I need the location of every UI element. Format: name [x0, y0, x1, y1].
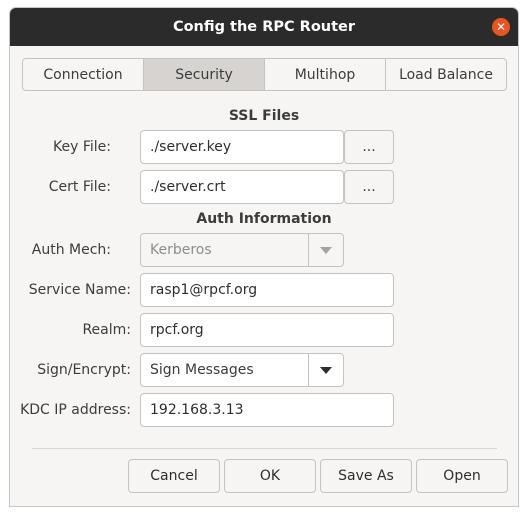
- chevron-down-icon: [320, 366, 332, 374]
- key-file-browse-button[interactable]: ...: [344, 130, 394, 164]
- auth-mech-label: Auth Mech:: [31, 242, 111, 258]
- save-as-button[interactable]: Save As: [320, 459, 412, 493]
- sign-encrypt-select[interactable]: Sign Messages: [140, 353, 344, 387]
- tab-connection[interactable]: Connection: [23, 59, 144, 90]
- title-bar: Config the RPC Router ✕: [10, 8, 518, 46]
- ok-button[interactable]: OK: [224, 459, 316, 493]
- tab-bar: Connection Security Multihop Load Balanc…: [22, 58, 507, 91]
- close-button[interactable]: ✕: [492, 18, 510, 36]
- realm-label: Realm:: [82, 322, 131, 338]
- sign-encrypt-label: Sign/Encrypt:: [37, 362, 131, 378]
- service-name-input[interactable]: rasp1@rpcf.org: [140, 273, 394, 307]
- auth-mech-dropdown-arrow: [308, 234, 343, 266]
- separator: [32, 448, 497, 449]
- cert-file-label: Cert File:: [48, 179, 111, 195]
- realm-input[interactable]: rpcf.org: [140, 313, 394, 347]
- cert-file-input[interactable]: ./server.crt: [140, 170, 344, 204]
- sign-encrypt-dropdown-arrow[interactable]: [308, 354, 343, 386]
- auth-mech-value: Kerberos: [150, 242, 212, 258]
- kdc-ip-input[interactable]: 192.168.3.13: [140, 393, 394, 427]
- cert-file-browse-button[interactable]: ...: [344, 170, 394, 204]
- auth-info-heading: Auth Information: [196, 211, 332, 227]
- ssl-files-heading: SSL Files: [228, 108, 300, 124]
- auth-mech-select: Kerberos: [140, 233, 344, 267]
- tab-multihop[interactable]: Multihop: [265, 59, 386, 90]
- close-icon: ✕: [495, 20, 507, 34]
- service-name-label: Service Name:: [28, 282, 131, 298]
- dialog-window: Config the RPC Router ✕ Connection Secur…: [9, 7, 519, 507]
- tab-load-balance[interactable]: Load Balance: [386, 59, 506, 90]
- open-button[interactable]: Open: [416, 459, 508, 493]
- chevron-down-icon: [320, 246, 332, 254]
- tab-security[interactable]: Security: [144, 59, 265, 90]
- key-file-input[interactable]: ./server.key: [140, 130, 344, 164]
- sign-encrypt-value: Sign Messages: [150, 362, 254, 378]
- kdc-ip-label: KDC IP address:: [20, 402, 131, 418]
- key-file-label: Key File:: [53, 139, 111, 155]
- window-title: Config the RPC Router: [172, 19, 356, 35]
- cancel-button[interactable]: Cancel: [128, 459, 220, 493]
